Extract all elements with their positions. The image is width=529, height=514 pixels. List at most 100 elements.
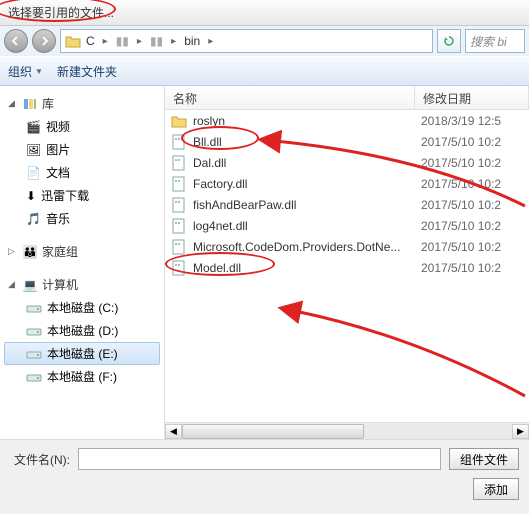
file-row[interactable]: fishAndBearPaw.dll2017/5/10 10:2 (165, 194, 529, 215)
col-name[interactable]: 名称 (165, 86, 415, 109)
file-date: 2017/5/10 10:2 (421, 219, 501, 233)
search-input[interactable]: 搜索 bi (465, 29, 525, 53)
sidebar-item-drive[interactable]: 本地磁盘 (D:) (4, 319, 160, 342)
sidebar-item-label: 迅雷下载 (41, 187, 89, 204)
forward-button[interactable] (32, 29, 56, 53)
file-date: 2017/5/10 10:2 (421, 156, 501, 170)
expand-icon: ▷ (8, 246, 18, 257)
folder-icon (171, 113, 187, 129)
drive-icon (26, 301, 42, 315)
sidebar-item-drive[interactable]: 本地磁盘 (F:) (4, 365, 160, 388)
scroll-thumb[interactable] (182, 424, 364, 439)
dll-icon (171, 260, 187, 276)
file-row[interactable]: log4net.dll2017/5/10 10:2 (165, 215, 529, 236)
file-name: roslyn (193, 114, 421, 128)
file-date: 2017/5/10 10:2 (421, 198, 501, 212)
sidebar-item-drive[interactable]: 本地磁盘 (C:) (4, 296, 160, 319)
refresh-button[interactable] (437, 29, 461, 53)
window-title: 选择要引用的文件... (8, 6, 114, 20)
dll-icon (171, 134, 187, 150)
crumb-seg[interactable]: ▮▮ (113, 34, 132, 48)
toolbar: 组织 ▼ 新建文件夹 (0, 56, 529, 86)
column-headers: 名称 修改日期 (165, 86, 529, 110)
file-row[interactable]: Microsoft.CodeDom.Providers.DotNe...2017… (165, 236, 529, 257)
file-row[interactable]: Model.dll2017/5/10 10:2 (165, 257, 529, 278)
sidebar-item[interactable]: 📄文档 (4, 161, 160, 184)
organize-button[interactable]: 组织 ▼ (8, 63, 43, 80)
crumb-seg[interactable]: bin (181, 34, 203, 48)
chevron-icon: ▸ (168, 36, 179, 47)
dll-icon (171, 176, 187, 192)
sidebar-item[interactable]: ⬇ 迅雷下载 (4, 184, 160, 207)
drive-icon (26, 370, 42, 384)
lib-icon: 🖼 (26, 143, 41, 157)
file-row[interactable]: roslyn2018/3/19 12:5 (165, 110, 529, 131)
scroll-track[interactable] (182, 424, 512, 439)
sidebar-group-home: ▷ 👪 家庭组 (4, 240, 160, 263)
sidebar-item-label: 音乐 (46, 210, 70, 227)
file-row[interactable]: Bll.dll2017/5/10 10:2 (165, 131, 529, 152)
sidebar-item[interactable]: 🎬 视频 (4, 115, 160, 138)
sidebar-item-drive[interactable]: 本地磁盘 (E:) (4, 342, 160, 365)
file-name: Microsoft.CodeDom.Providers.DotNe... (193, 240, 421, 254)
sidebar-item[interactable]: 🎵音乐 (4, 207, 160, 230)
chevron-icon: ▸ (100, 36, 111, 47)
expand-icon: ◢ (8, 279, 18, 290)
newfolder-button[interactable]: 新建文件夹 (57, 63, 117, 80)
file-date: 2017/5/10 10:2 (421, 135, 501, 149)
sidebar-label: 库 (42, 95, 54, 112)
sidebar: ◢ 库 🎬 视频 🖼 图片 📄文档 ⬇ 迅雷下载 🎵音乐 ▷ 👪 家庭组 ◢ 💻 计算机 本地… (0, 86, 165, 439)
sidebar-label: 计算机 (42, 276, 78, 293)
lib-icon: ⬇ (26, 189, 36, 203)
drive-icon (26, 324, 42, 338)
file-name: Bll.dll (193, 135, 421, 149)
file-row[interactable]: Factory.dll2017/5/10 10:2 (165, 173, 529, 194)
sidebar-item-label: 图片 (46, 141, 70, 158)
main-area: ◢ 库 🎬 视频 🖼 图片 📄文档 ⬇ 迅雷下载 🎵音乐 ▷ 👪 家庭组 ◢ 💻 计算机 本地… (0, 86, 529, 439)
file-name: Dal.dll (193, 156, 421, 170)
crumb-seg[interactable]: C (83, 34, 98, 48)
lib-icon: 📄 (26, 166, 41, 180)
search-placeholder: 搜索 bi (470, 33, 507, 50)
sidebar-head-home[interactable]: ▷ 👪 家庭组 (4, 240, 160, 263)
sidebar-item-label: 本地磁盘 (C:) (47, 299, 118, 316)
chevron-down-icon: ▼ (35, 67, 43, 76)
file-row[interactable]: Dal.dll2017/5/10 10:2 (165, 152, 529, 173)
drive-icon (26, 347, 42, 361)
scroll-right-button[interactable]: ▶ (512, 424, 529, 439)
sidebar-head-library[interactable]: ◢ 库 (4, 92, 160, 115)
file-date: 2017/5/10 10:2 (421, 177, 501, 191)
sidebar-item[interactable]: 🖼 图片 (4, 138, 160, 161)
file-name: fishAndBearPaw.dll (193, 198, 421, 212)
file-pane: 名称 修改日期 roslyn2018/3/19 12:5Bll.dll2017/… (165, 86, 529, 439)
sidebar-head-pc[interactable]: ◢ 💻 计算机 (4, 273, 160, 296)
dll-icon (171, 155, 187, 171)
breadcrumb[interactable]: C▸ ▮▮▸ ▮▮▸ bin▸ (60, 29, 433, 53)
chevron-icon: ▸ (134, 36, 145, 47)
back-button[interactable] (4, 29, 28, 53)
computer-icon: 💻 (22, 277, 38, 293)
address-bar: C▸ ▮▮▸ ▮▮▸ bin▸ 搜索 bi (0, 26, 529, 56)
expand-icon: ◢ (8, 98, 18, 109)
lib-icon: 🎬 (26, 120, 41, 134)
file-date: 2017/5/10 10:2 (421, 261, 501, 275)
filetype-combo[interactable]: 组件文件 (449, 448, 519, 470)
add-button[interactable]: 添加 (473, 478, 519, 500)
file-date: 2018/3/19 12:5 (421, 114, 501, 128)
sidebar-label: 家庭组 (42, 243, 78, 260)
newfolder-label: 新建文件夹 (57, 63, 117, 80)
dll-icon (171, 239, 187, 255)
filename-input[interactable] (78, 448, 441, 470)
chevron-icon: ▸ (205, 36, 216, 47)
sidebar-item-label: 本地磁盘 (D:) (47, 322, 118, 339)
add-label: 添加 (484, 481, 508, 498)
scroll-left-button[interactable]: ◀ (165, 424, 182, 439)
library-icon (22, 96, 38, 112)
sidebar-group-pc: ◢ 💻 计算机 本地磁盘 (C:) 本地磁盘 (D:) 本地磁盘 (E:)本地磁盘 … (4, 273, 160, 388)
crumb-seg[interactable]: ▮▮ (147, 34, 166, 48)
bottom-panel: 文件名(N): 组件文件 添加 (0, 439, 529, 508)
filename-label: 文件名(N): (10, 451, 70, 468)
col-date[interactable]: 修改日期 (415, 86, 529, 109)
sidebar-item-label: 视频 (46, 118, 70, 135)
h-scrollbar[interactable]: ◀ ▶ (165, 422, 529, 439)
